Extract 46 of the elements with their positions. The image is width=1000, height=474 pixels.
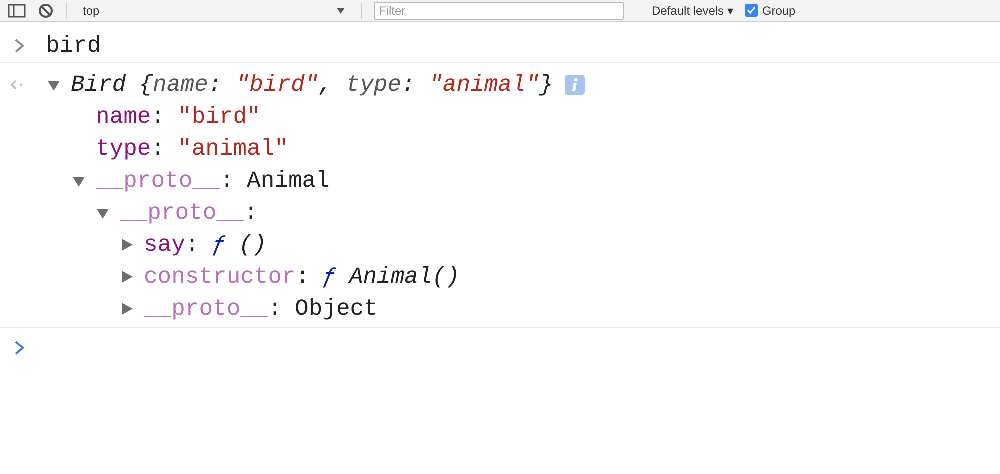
preview-value: "bird" — [236, 70, 319, 100]
context-select[interactable]: top — [79, 2, 349, 20]
property-value: () — [239, 230, 267, 260]
property-value: Object — [295, 294, 378, 324]
property-value: "animal" — [178, 134, 288, 164]
preview-value: "animal" — [429, 70, 540, 100]
colon: : — [151, 134, 166, 164]
group-checkbox[interactable] — [745, 4, 758, 17]
property-key[interactable]: type — [96, 132, 152, 166]
colon: : — [296, 262, 310, 292]
input-text: bird — [46, 32, 102, 61]
expanded-triangle-icon[interactable] — [96, 206, 110, 220]
preview-key: type — [346, 68, 402, 102]
expanded-triangle-icon[interactable] — [47, 78, 61, 92]
collapsed-triangle-icon[interactable] — [120, 270, 134, 284]
colon: : — [185, 230, 200, 260]
punctuation: , — [318, 70, 334, 100]
input-prompt-icon — [14, 38, 26, 54]
filter-field[interactable]: Filter — [374, 2, 624, 20]
prompt-icon — [14, 340, 26, 356]
preview-key: name — [153, 68, 208, 102]
property-value: "bird" — [178, 102, 261, 132]
property-value: Animal — [247, 166, 330, 196]
property-key[interactable]: name — [96, 100, 152, 134]
punctuation: { — [139, 70, 154, 100]
collapsed-triangle-icon[interactable] — [120, 238, 134, 252]
group-label: Group — [762, 2, 796, 20]
colon: : — [244, 198, 258, 228]
collapsed-triangle-icon[interactable] — [120, 302, 134, 316]
colon: : — [151, 102, 166, 132]
result-arrow-icon — [10, 79, 24, 91]
levels-dropdown[interactable]: Default levels ▾ — [652, 2, 734, 20]
punctuation: : — [402, 70, 416, 100]
function-sign: ƒ — [322, 262, 336, 292]
function-sign: ƒ — [212, 230, 226, 260]
property-value: Animal() — [349, 262, 460, 292]
punctuation: : — [208, 70, 224, 100]
clear-console-icon[interactable] — [38, 2, 54, 18]
punctuation: } — [540, 70, 554, 100]
colon: : — [220, 166, 234, 196]
sidebar-icon[interactable] — [8, 4, 26, 18]
object-class[interactable]: Bird — [71, 68, 126, 102]
property-key[interactable]: say — [144, 228, 186, 262]
colon: : — [268, 294, 282, 324]
expanded-triangle-icon[interactable] — [72, 174, 86, 188]
caret-icon — [337, 8, 345, 14]
